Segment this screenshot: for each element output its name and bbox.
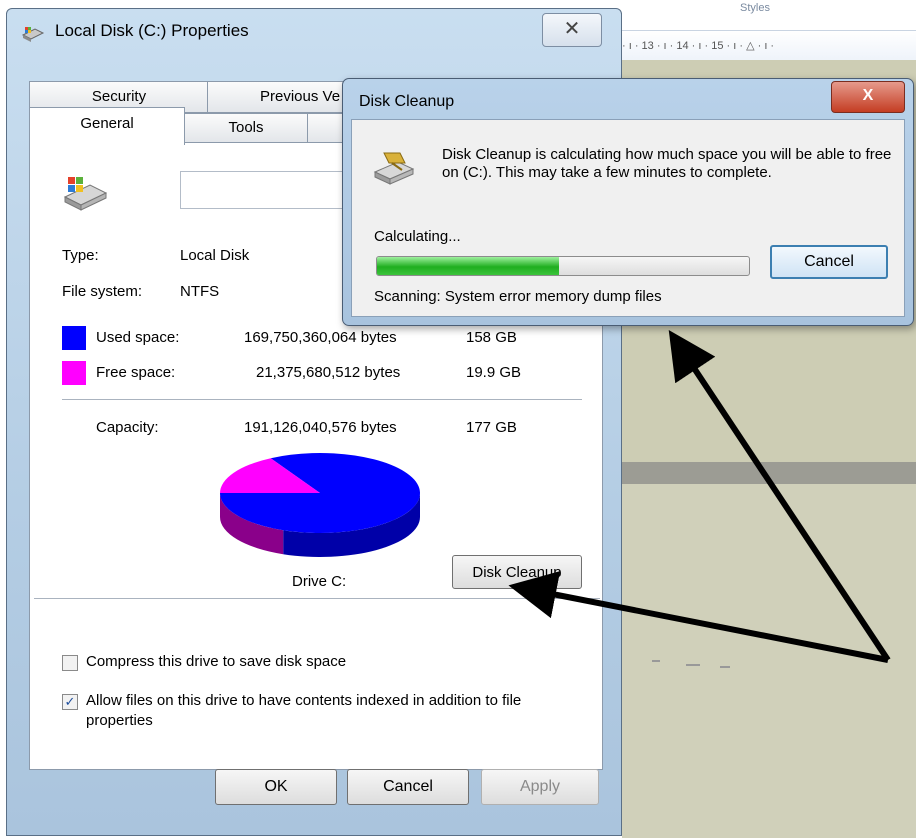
capacity-label: Capacity: (96, 419, 159, 436)
apply-button[interactable]: Apply (481, 769, 599, 805)
tab-tools[interactable]: Tools (182, 113, 310, 143)
cleanup-message: Disk Cleanup is calculating how much spa… (442, 146, 892, 181)
speck (720, 666, 730, 668)
progress-bar-fill (377, 257, 560, 275)
drive-label: Drive C: (292, 573, 347, 590)
scanning-status: Scanning: System error memory dump files (374, 288, 662, 305)
styles-group-label: Styles (740, 2, 770, 14)
free-space-bytes: 21,375,680,512 bytes (256, 364, 401, 381)
free-space-gb: 19.9 GB (466, 364, 522, 381)
index-checkbox[interactable]: ✓ (62, 694, 78, 710)
dialog-body: Disk Cleanup is calculating how much spa… (351, 119, 905, 317)
dialog-title: Disk Cleanup (359, 93, 455, 110)
capacity-gb: 177 GB (466, 419, 517, 436)
page-gap-band (622, 462, 916, 484)
free-space-swatch (62, 361, 86, 385)
compress-checkbox[interactable] (62, 655, 78, 671)
progress-bar (376, 256, 750, 276)
index-label: Allow files on this drive to have conten… (86, 692, 522, 729)
window-title: Local Disk (C:) Properties (55, 21, 249, 40)
capacity-bytes: 191,126,040,576 bytes (244, 419, 397, 436)
cancel-button[interactable]: Cancel (347, 769, 469, 805)
used-space-label: Used space: (96, 329, 180, 346)
free-space-label: Free space: (96, 364, 176, 381)
ok-button[interactable]: OK (215, 769, 337, 805)
cancel-button[interactable]: Cancel (770, 245, 888, 279)
type-label: Type: (62, 247, 99, 264)
speck (686, 664, 700, 666)
close-button[interactable]: ✕ (542, 13, 602, 47)
disk-usage-pie-chart (220, 453, 420, 557)
drive-title-icon (21, 27, 45, 42)
close-button[interactable]: X (831, 81, 905, 113)
used-space-swatch (62, 326, 86, 350)
ruler: · ı · 13 · ı · 14 · ı · 15 · ı · △ · ı · (622, 30, 916, 61)
type-value: Local Disk (180, 247, 250, 264)
disk-cleanup-button[interactable]: Disk Cleanup (452, 555, 582, 589)
used-space-gb: 158 GB (466, 329, 517, 346)
speck (652, 660, 660, 662)
drive-icon (63, 177, 108, 211)
divider (62, 399, 582, 400)
disk-cleanup-icon (373, 152, 415, 185)
file-system-label: File system: (62, 283, 143, 300)
disk-cleanup-dialog: Disk Cleanup X Disk Cleanup is calculati… (342, 78, 914, 326)
file-system-value: NTFS (180, 283, 220, 300)
tab-general[interactable]: General (29, 107, 185, 145)
document-background-lower (622, 484, 916, 838)
used-space-bytes: 169,750,360,064 bytes (244, 329, 397, 346)
calculating-label: Calculating... (374, 228, 461, 245)
divider (34, 598, 600, 599)
compress-label: Compress this drive to save disk space (86, 653, 347, 670)
